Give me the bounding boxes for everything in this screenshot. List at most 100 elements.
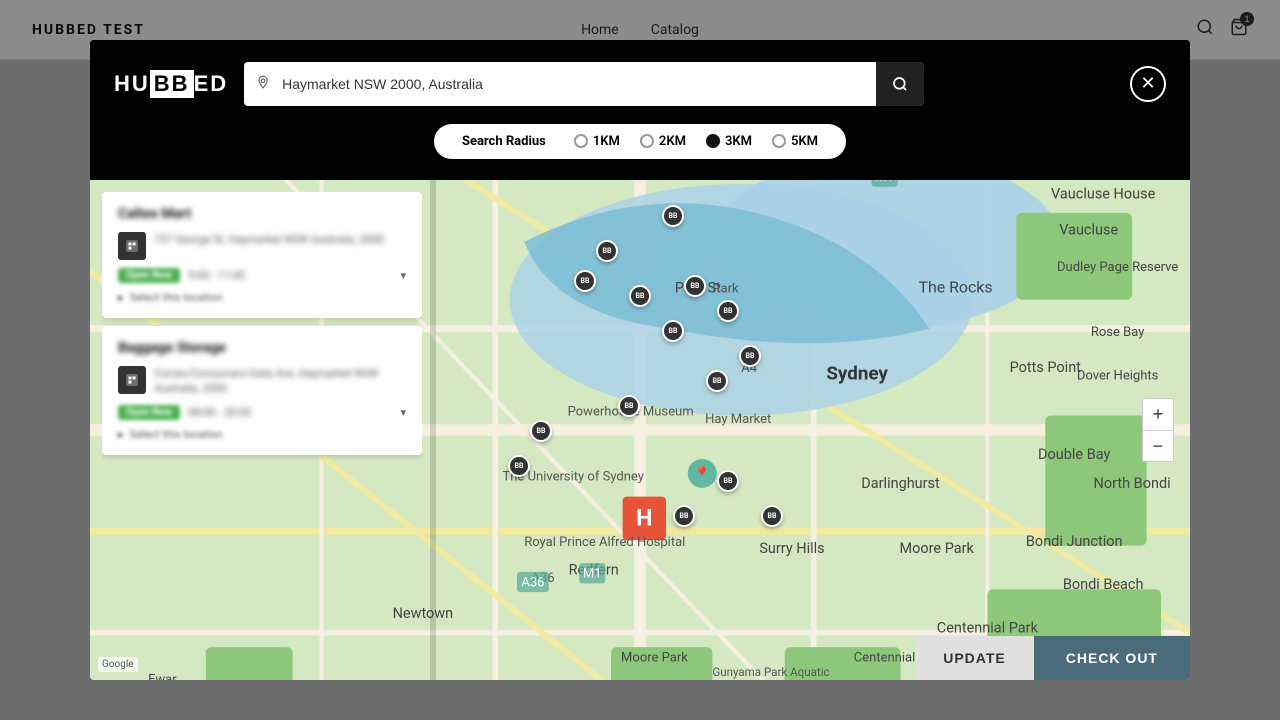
svg-text:Potts Point: Potts Point	[1010, 359, 1082, 376]
map-marker[interactable]: BB	[618, 395, 640, 417]
modal-header: HUBBED	[90, 40, 1190, 180]
svg-text:Royal Prince Alfred Hospital: Royal Prince Alfred Hospital	[524, 535, 685, 550]
map-marker[interactable]: BB	[761, 505, 783, 527]
panel-divider	[430, 180, 436, 680]
select-location-0[interactable]: ▸ Select this location	[118, 291, 406, 304]
location-card-1: Baggage Storage Curran/Consumers Data Av…	[102, 326, 422, 455]
radio-5km	[772, 134, 786, 148]
radio-3km	[706, 134, 720, 148]
modal-close-button[interactable]: ✕	[1130, 66, 1166, 102]
svg-text:Vaucluse House: Vaucluse House	[1051, 185, 1156, 202]
location-address-1: Curran/Consumers Data Ave, Haymarket NSW…	[154, 366, 406, 397]
location-detail-1: Curran/Consumers Data Ave, Haymarket NSW…	[118, 366, 406, 397]
location-icon-0	[118, 232, 146, 260]
svg-text:Darlinghurst: Darlinghurst	[861, 475, 940, 492]
map-marker[interactable]: BB	[662, 205, 684, 227]
select-location-1[interactable]: ▸ Select this location	[118, 428, 406, 441]
radius-5km-label: 5KM	[791, 134, 818, 149]
open-badge-0: Open Now	[118, 268, 180, 283]
map-zoom-in-button[interactable]: +	[1142, 398, 1174, 430]
map-zoom-out-button[interactable]: −	[1142, 430, 1174, 462]
svg-text:Double Bay: Double Bay	[1038, 446, 1110, 463]
modal-footer: UPDATE CHECK OUT	[915, 636, 1190, 680]
arrow-icon-1: ▸	[118, 428, 124, 441]
radius-2km-label: 2KM	[659, 134, 686, 149]
svg-text:Dover Heights: Dover Heights	[1077, 368, 1159, 383]
radius-1km-label: 1KM	[593, 134, 620, 149]
location-detail-0: 737 George St, Haymarket NSW Australia, …	[118, 232, 406, 260]
svg-text:The Rocks: The Rocks	[918, 278, 992, 297]
location-name-0: Caltex Mart	[118, 206, 406, 222]
map-marker[interactable]: BB	[706, 370, 728, 392]
map-marker[interactable]: BB	[717, 300, 739, 322]
locations-panel: Caltex Mart 737 George St, Haymarket NSW…	[102, 192, 422, 668]
svg-text:Centennial Park: Centennial Park	[937, 620, 1039, 637]
map-marker[interactable]: BB	[629, 285, 651, 307]
location-name-1: Baggage Storage	[118, 340, 406, 356]
svg-text:Moore Park: Moore Park	[900, 540, 975, 557]
svg-text:Hay Market: Hay Market	[705, 412, 771, 427]
svg-text:H: H	[636, 505, 652, 532]
svg-text:Rose Bay: Rose Bay	[1091, 325, 1145, 340]
map-marker[interactable]: BB	[684, 275, 706, 297]
svg-text:M1: M1	[875, 180, 894, 185]
search-bar	[244, 62, 924, 106]
map-controls: + −	[1142, 398, 1174, 462]
svg-text:Moore Park: Moore Park	[621, 651, 688, 666]
open-hours-1: Open Now 08:00 - 20:00 ▾	[118, 405, 406, 420]
hours-text-0: 9:00 - 11:00	[188, 269, 245, 282]
location-search-input[interactable]	[282, 76, 876, 92]
svg-text:📍: 📍	[693, 465, 711, 483]
arrow-icon-0: ▸	[118, 291, 124, 304]
open-hours-0: Open Now 9:00 - 11:00 ▾	[118, 268, 406, 283]
hours-toggle-1[interactable]: ▾	[400, 406, 406, 419]
svg-text:A36: A36	[521, 575, 544, 590]
search-submit-button[interactable]	[876, 62, 924, 106]
modal-overlay: HUBBED	[0, 0, 1280, 720]
svg-text:Bondi Beach: Bondi Beach	[1063, 576, 1144, 593]
radius-1km[interactable]: 1KM	[574, 134, 620, 149]
modal-header-top: HUBBED	[114, 62, 1166, 106]
hours-text-1: 08:00 - 20:00	[188, 406, 251, 419]
search-radius-box: Search Radius 1KM 2KM 3KM	[434, 124, 846, 159]
checkout-button[interactable]: CHECK OUT	[1034, 636, 1190, 680]
map-marker[interactable]: BB	[717, 470, 739, 492]
svg-text:Vaucluse: Vaucluse	[1059, 222, 1118, 239]
map-marker[interactable]: BB	[662, 320, 684, 342]
map-marker[interactable]: BB	[673, 505, 695, 527]
location-modal: HUBBED	[90, 40, 1190, 680]
radius-5km[interactable]: 5KM	[772, 134, 818, 149]
svg-text:Dudley Page Reserve: Dudley Page Reserve	[1057, 260, 1178, 275]
location-card-0: Caltex Mart 737 George St, Haymarket NSW…	[102, 192, 422, 318]
radius-2km[interactable]: 2KM	[640, 134, 686, 149]
update-button[interactable]: UPDATE	[915, 636, 1034, 680]
radius-label: Search Radius	[462, 134, 546, 149]
modal-body: H Sydney The Rocks Potts Point Double Ba…	[90, 180, 1190, 680]
svg-text:Surry Hills: Surry Hills	[759, 540, 824, 557]
hubbed-logo: HUBBED	[114, 70, 228, 98]
map-marker[interactable]: BB	[530, 420, 552, 442]
map-marker[interactable]: BB	[596, 240, 618, 262]
svg-text:Park: Park	[712, 282, 739, 297]
hours-toggle-0[interactable]: ▾	[400, 269, 406, 282]
svg-text:Ewar: Ewar	[148, 672, 177, 680]
location-pin-icon	[244, 75, 282, 93]
map-marker[interactable]: BB	[508, 455, 530, 477]
location-icon-1	[118, 366, 146, 394]
svg-text:Gunyama Park Aquatic: Gunyama Park Aquatic	[712, 665, 829, 679]
radio-1km	[574, 134, 588, 148]
svg-text:Bondi Junction: Bondi Junction	[1026, 533, 1123, 550]
svg-text:Sydney: Sydney	[826, 362, 888, 384]
map-marker[interactable]: BB	[739, 345, 761, 367]
radius-3km-label: 3KM	[725, 134, 752, 149]
search-radius-row: Search Radius 1KM 2KM 3KM	[114, 124, 1166, 159]
map-marker[interactable]: BB	[574, 270, 596, 292]
select-location-label-1: Select this location	[130, 428, 223, 441]
location-address-0: 737 George St, Haymarket NSW Australia, …	[154, 232, 384, 260]
svg-text:North Bondi: North Bondi	[1094, 475, 1171, 492]
radio-2km	[640, 134, 654, 148]
radius-3km[interactable]: 3KM	[706, 134, 752, 149]
select-location-label-0: Select this location	[130, 291, 223, 304]
open-badge-1: Open Now	[118, 405, 180, 420]
svg-text:M1: M1	[583, 567, 602, 582]
